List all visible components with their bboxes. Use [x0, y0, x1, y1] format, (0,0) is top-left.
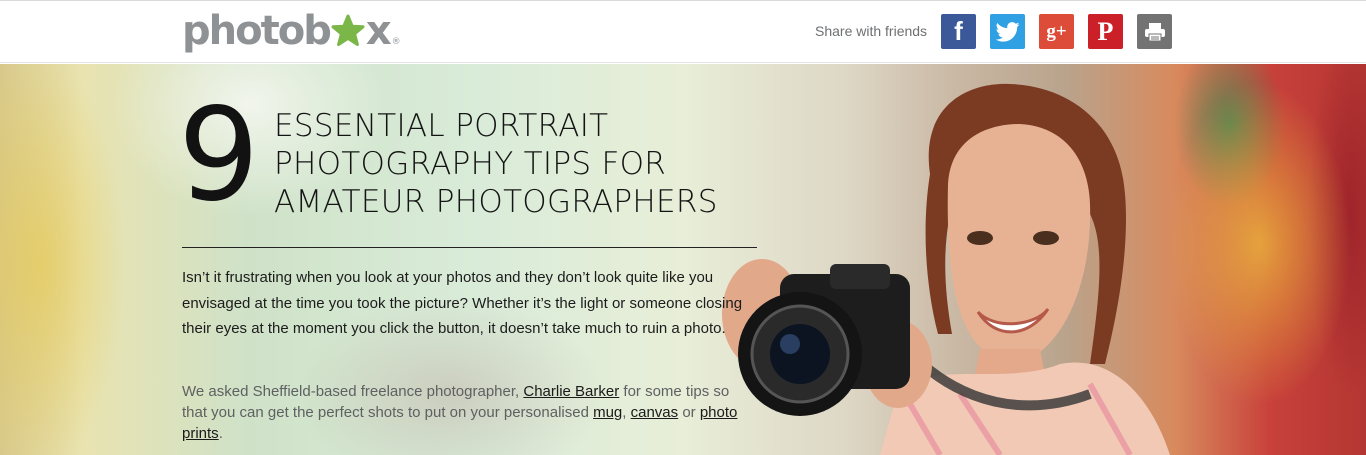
hero-banner: 9 ESSENTIAL PORTRAIT PHOTOGRAPHY TIPS FO…	[0, 64, 1366, 455]
secondary-paragraph: We asked Sheffield-based freelance photo…	[182, 381, 742, 444]
photobox-logo[interactable]: photob x ®	[182, 7, 401, 55]
share-label: Share with friends	[815, 23, 928, 39]
site-header: photob x ® Share with friends f g+ P	[0, 0, 1366, 63]
title-line-3: AMATEUR PHOTOGRAPHERS	[274, 184, 718, 220]
p2-comma: ,	[622, 404, 631, 421]
title-line-1: ESSENTIAL PORTRAIT	[274, 108, 609, 144]
p2-or: or	[678, 404, 700, 421]
mug-link[interactable]: mug	[593, 404, 622, 421]
twitter-icon	[995, 21, 1019, 42]
registered-mark: ®	[391, 37, 401, 47]
p2-end: .	[218, 425, 223, 442]
facebook-icon: f	[954, 16, 963, 46]
title-divider	[182, 247, 757, 248]
tip-count-number: 9	[178, 81, 259, 230]
page-title: ESSENTIAL PORTRAIT PHOTOGRAPHY TIPS FOR …	[274, 107, 754, 221]
p2-text-before: We asked Sheffield-based freelance photo…	[182, 383, 524, 400]
charlie-barker-link[interactable]: Charlie Barker	[523, 383, 619, 400]
canvas-link[interactable]: canvas	[631, 404, 679, 421]
title-line-2: PHOTOGRAPHY TIPS FOR	[274, 146, 667, 182]
pinterest-share-button[interactable]: P	[1088, 14, 1123, 49]
google-plus-icon: g+	[1046, 20, 1067, 42]
facebook-share-button[interactable]: f	[941, 14, 976, 49]
twitter-share-button[interactable]	[990, 14, 1025, 49]
printer-icon	[1144, 22, 1165, 41]
logo-text-right: x	[365, 8, 392, 54]
print-button[interactable]	[1137, 14, 1172, 49]
star-icon	[331, 14, 365, 46]
photographer-image	[722, 83, 1170, 455]
intro-paragraph: Isn’t it frustrating when you look at yo…	[182, 269, 743, 337]
pinterest-icon: P	[1097, 16, 1114, 46]
logo-text-left: photob	[182, 8, 332, 54]
google-plus-share-button[interactable]: g+	[1039, 14, 1074, 49]
